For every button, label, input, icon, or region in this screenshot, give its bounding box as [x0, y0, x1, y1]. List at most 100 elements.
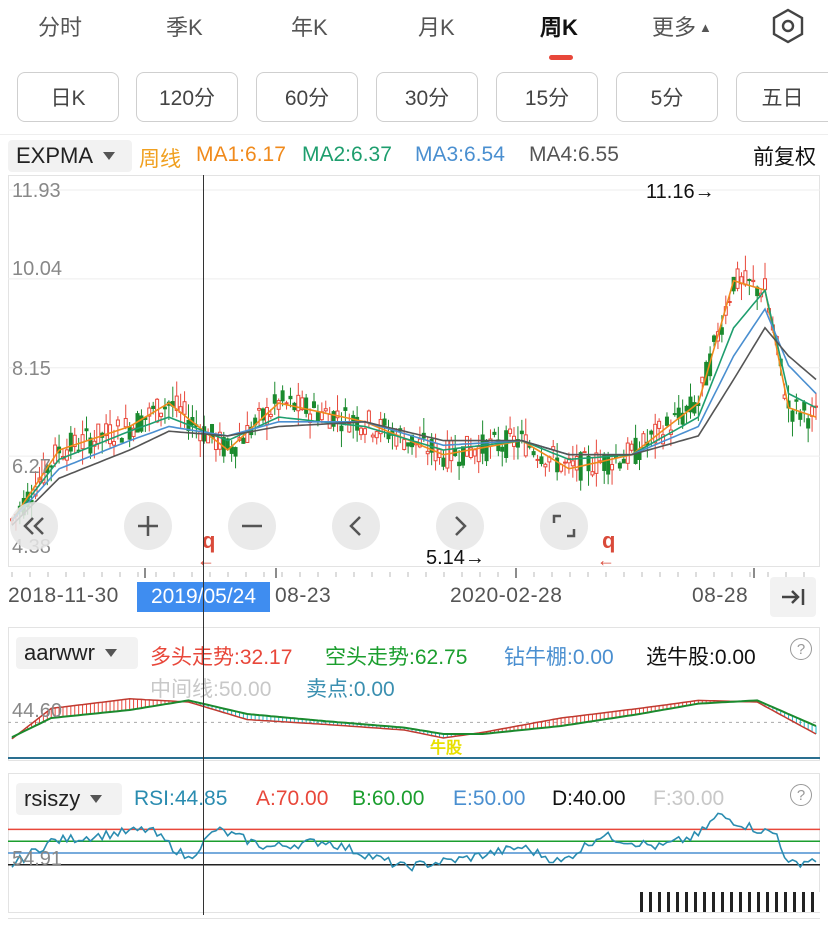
- candle-body: [233, 447, 238, 457]
- high-price-marker: 11.16→: [646, 181, 715, 203]
- ma-line-ma3: [11, 307, 817, 522]
- period-button-day[interactable]: 日K: [17, 72, 119, 122]
- kline-chart[interactable]: [8, 175, 820, 567]
- dropdown-arrow-icon: [90, 795, 103, 803]
- candle-body: [472, 449, 477, 457]
- adjust-mode-button[interactable]: 前复权: [753, 141, 816, 171]
- candle-body: [402, 439, 407, 450]
- scrollbar-thumb-strip[interactable]: [640, 892, 820, 912]
- next-panel-edge: [8, 918, 820, 932]
- scroll-left-button[interactable]: [332, 502, 380, 550]
- candle-body: [790, 410, 795, 422]
- help-icon[interactable]: ?: [790, 638, 812, 660]
- chevron-left-icon: [349, 516, 361, 536]
- candle-body: [162, 406, 167, 410]
- candle-body: [449, 440, 454, 462]
- divider: [0, 134, 828, 135]
- candle-body: [606, 454, 611, 475]
- collapse-left-icon: [23, 517, 44, 535]
- candle-body: [700, 376, 705, 384]
- aarwwr-dropdown[interactable]: aarwwr: [16, 637, 138, 669]
- candle-body: [492, 431, 497, 435]
- candle-body: [664, 416, 669, 426]
- candle-body: [425, 450, 430, 455]
- period-button-5min[interactable]: 5分: [616, 72, 718, 122]
- low-price-marker: 5.14→: [426, 547, 485, 569]
- aarwwr-chart[interactable]: [8, 672, 820, 760]
- candle-body: [457, 461, 462, 467]
- tab-quarter-k[interactable]: 季K: [166, 10, 203, 42]
- zoom-out-button[interactable]: [228, 502, 276, 550]
- period-button-60min[interactable]: 60分: [256, 72, 358, 122]
- rsi-series-line: [11, 812, 817, 872]
- tab-intraday[interactable]: 分时: [38, 10, 82, 42]
- tab-year-k[interactable]: 年K: [291, 10, 328, 42]
- candle-body: [288, 395, 293, 400]
- candle-body: [712, 335, 717, 342]
- candle-body: [382, 418, 387, 426]
- period-button-120min[interactable]: 120分: [136, 72, 238, 122]
- fullscreen-button[interactable]: [540, 502, 588, 550]
- zoom-out-icon: [242, 524, 262, 528]
- candle-body: [280, 390, 285, 402]
- f-value: F:30.00: [653, 787, 725, 810]
- candle-body: [68, 432, 73, 452]
- main-indicator-dropdown[interactable]: EXPMA: [8, 140, 132, 172]
- ma2-value: MA2:6.37: [302, 143, 392, 166]
- candle-body: [441, 457, 446, 467]
- rsiszy-name: rsiszy: [24, 786, 81, 811]
- aarwwr-level: 44.60: [12, 700, 63, 722]
- candle-body: [272, 394, 277, 404]
- active-tab-indicator: [549, 55, 573, 60]
- date-label: 2020-02-28: [450, 584, 563, 607]
- candle-body: [182, 401, 187, 415]
- a-value: A:70.00: [256, 787, 329, 810]
- candle-body: [296, 394, 301, 412]
- candle-body: [727, 300, 732, 303]
- ma3-value: MA3:6.54: [415, 143, 505, 166]
- candle-body: [257, 407, 262, 411]
- candle-body: [284, 402, 289, 405]
- tab-more[interactable]: 更多 ▲: [652, 10, 712, 42]
- candle-body: [480, 434, 485, 454]
- help-icon[interactable]: ?: [790, 784, 812, 806]
- candle-body: [794, 399, 799, 402]
- candle-body: [719, 327, 724, 335]
- rsi-value: RSI:44.85: [134, 787, 228, 810]
- jump-to-end-icon: [782, 589, 805, 605]
- top-tab-bar: 分时 季K 年K 月K 周K 更多 ▲: [0, 0, 828, 62]
- candle-body: [763, 278, 768, 291]
- candle-body: [366, 410, 371, 424]
- candle-body: [127, 426, 132, 440]
- candle-body: [500, 446, 505, 452]
- period-button-15min[interactable]: 15分: [496, 72, 598, 122]
- date-label: 2018-11-30: [8, 584, 119, 607]
- candle-body: [806, 418, 811, 429]
- scroll-right-button[interactable]: [436, 502, 484, 550]
- pick-value: 选牛股:0.00: [646, 646, 756, 669]
- candle-body: [213, 435, 218, 451]
- collapse-left-button[interactable]: [10, 502, 58, 550]
- candle-body: [555, 457, 560, 473]
- period-button-5day[interactable]: 五日: [736, 72, 828, 122]
- zoom-in-button[interactable]: [124, 502, 172, 550]
- tab-week-k[interactable]: 周K: [540, 10, 578, 42]
- candle-body: [159, 412, 164, 418]
- candle-body: [268, 413, 273, 418]
- candle-body: [241, 437, 246, 444]
- candle-body: [649, 430, 654, 435]
- price-tick: 10.04: [12, 258, 63, 280]
- settings-hexagon-icon[interactable]: [770, 8, 806, 44]
- candle-body: [359, 427, 364, 436]
- period-button-30min[interactable]: 30分: [376, 72, 478, 122]
- rsiszy-level: 54.91: [12, 848, 63, 870]
- date-axis-ticks: [11, 568, 805, 578]
- bear-trend-value: 空头走势:62.75: [325, 646, 468, 669]
- rsiszy-dropdown[interactable]: rsiszy: [16, 783, 122, 815]
- candle-body: [590, 471, 595, 476]
- tab-month-k[interactable]: 月K: [418, 10, 455, 42]
- candle-body: [629, 443, 634, 451]
- candle-body: [374, 431, 379, 439]
- jump-to-latest-button[interactable]: [770, 577, 816, 617]
- price-tick: 8.15: [12, 358, 51, 380]
